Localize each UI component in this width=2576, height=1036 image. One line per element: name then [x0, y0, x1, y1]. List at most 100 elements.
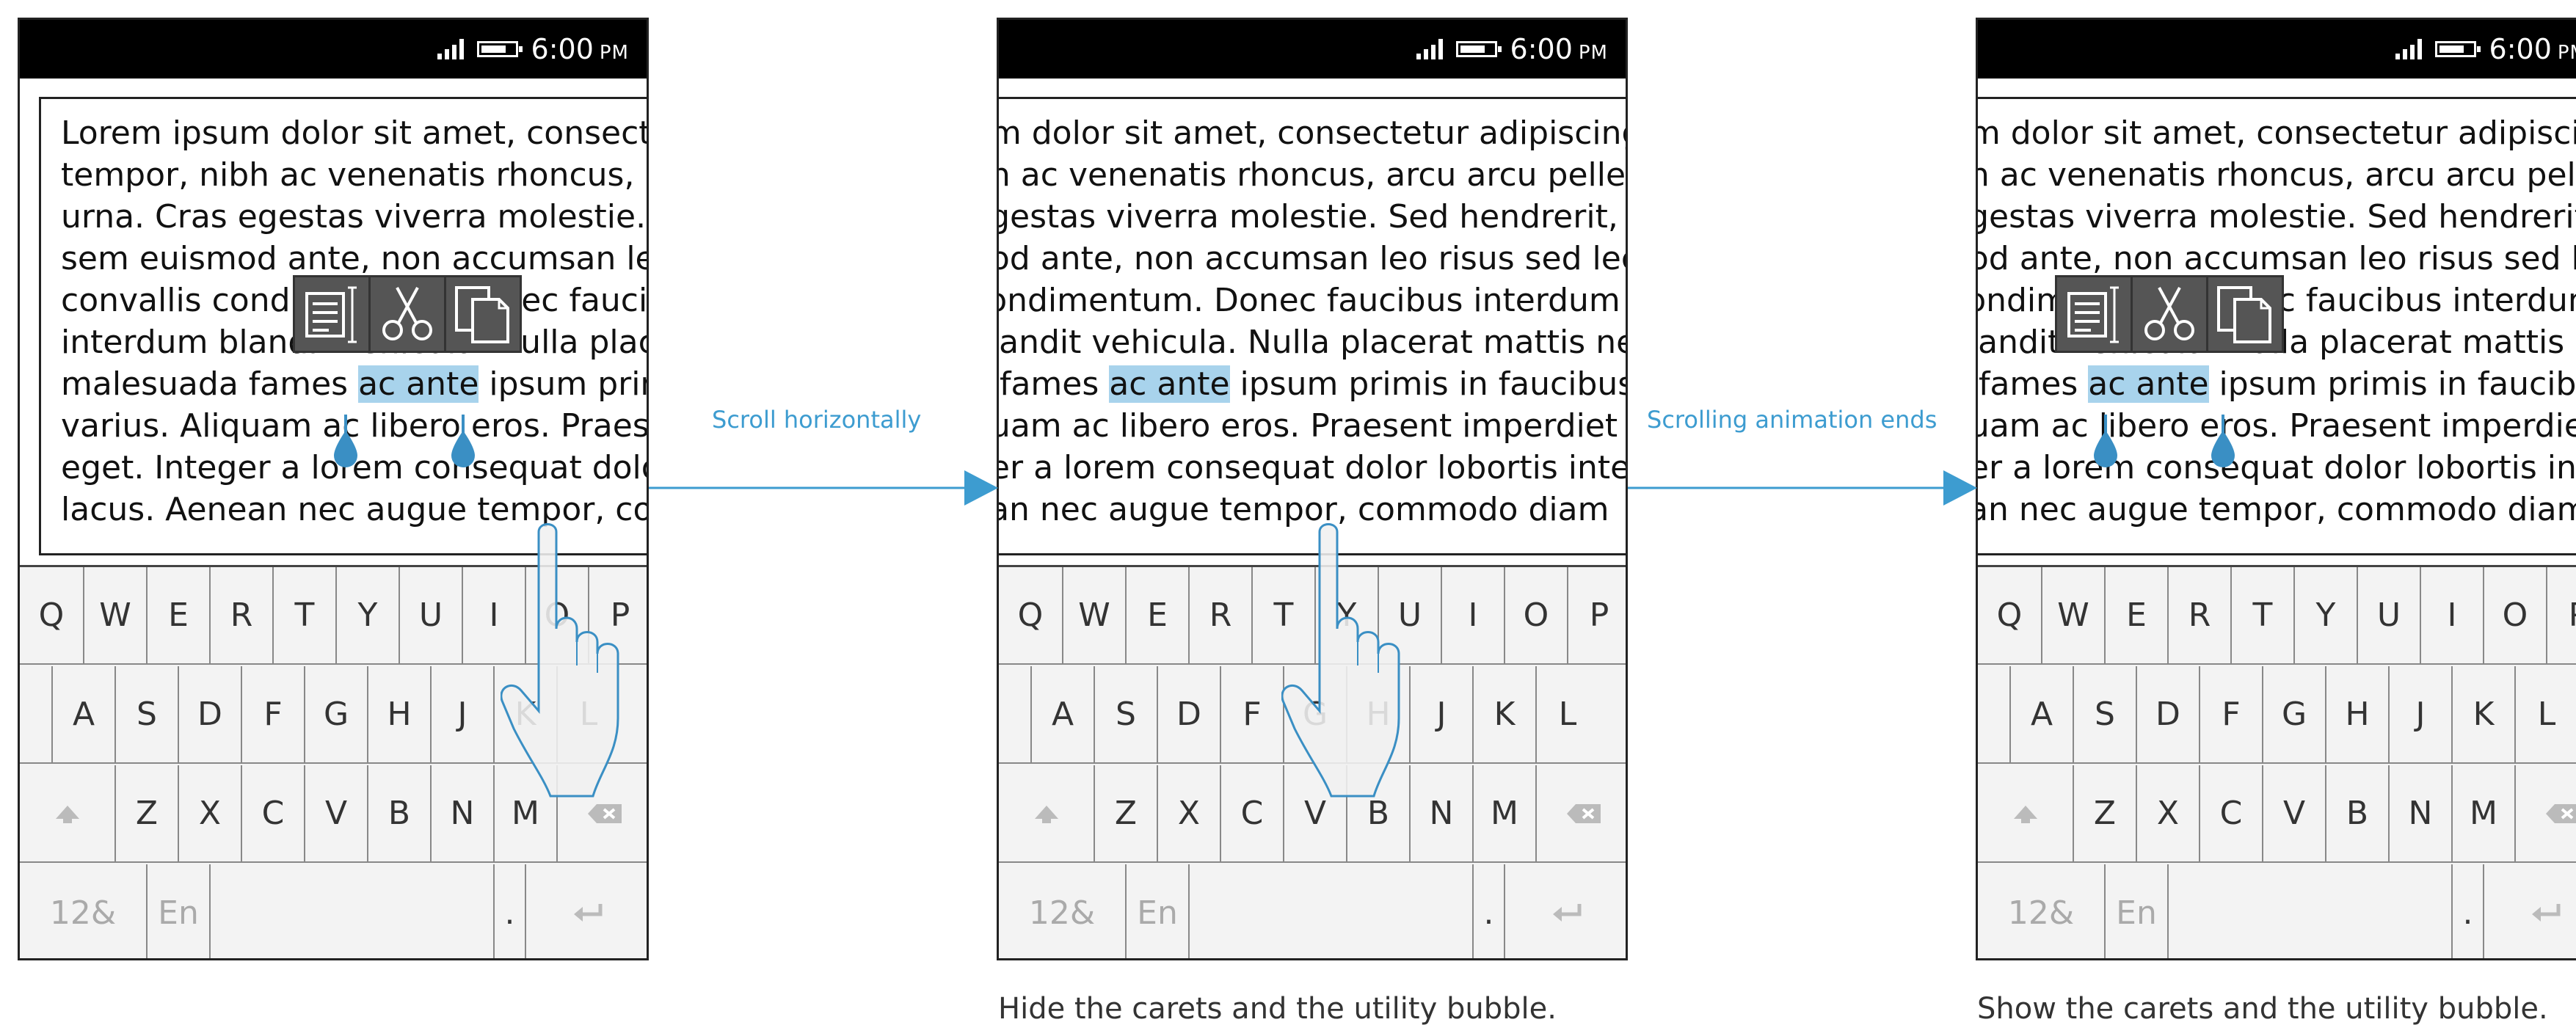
key-x[interactable]: X	[178, 765, 241, 861]
key-b[interactable]: B	[2325, 765, 2388, 861]
key-n[interactable]: N	[430, 765, 493, 861]
backspace-icon[interactable]	[1535, 765, 1626, 861]
selected-text[interactable]: ac ante	[358, 365, 479, 403]
select-all-icon	[2067, 286, 2119, 343]
key-symbols[interactable]: 12&	[1978, 864, 2104, 958]
select-all-button[interactable]	[2057, 277, 2133, 351]
key-h[interactable]: H	[2325, 666, 2388, 762]
cut-button[interactable]	[2133, 277, 2208, 351]
key-p[interactable]: P	[1567, 567, 1626, 663]
end-caret[interactable]	[2208, 415, 2238, 476]
key-z[interactable]: Z	[1094, 765, 1157, 861]
selected-text[interactable]: ac ante	[1109, 365, 1230, 403]
key-y[interactable]: Y	[2293, 567, 2357, 663]
key-w[interactable]: W	[2041, 567, 2104, 663]
text-input-area[interactable]: um dolor sit amet, consectetur adipiscin…	[999, 97, 1626, 555]
key-q[interactable]: Q	[1978, 567, 2041, 663]
key-g[interactable]: G	[304, 666, 367, 762]
key-period[interactable]: .	[493, 864, 525, 958]
key-symbols[interactable]: 12&	[20, 864, 146, 958]
key-f[interactable]: F	[1220, 666, 1283, 762]
key-h[interactable]: H	[367, 666, 430, 762]
key-z[interactable]: Z	[114, 765, 178, 861]
key-t[interactable]: T	[272, 567, 335, 663]
key-r[interactable]: R	[1188, 567, 1251, 663]
key-e[interactable]: E	[2104, 567, 2167, 663]
start-caret[interactable]	[331, 415, 360, 476]
key-f[interactable]: F	[2199, 666, 2262, 762]
shift-icon[interactable]	[999, 765, 1094, 861]
key-period[interactable]: .	[1472, 864, 1504, 958]
key-x[interactable]: X	[2136, 765, 2199, 861]
key-f[interactable]: F	[241, 666, 304, 762]
key-x[interactable]: X	[1157, 765, 1220, 861]
cut-button[interactable]	[371, 277, 446, 351]
key-v[interactable]: V	[2262, 765, 2325, 861]
key-p[interactable]: P	[2546, 567, 2576, 663]
key-k[interactable]: K	[1472, 666, 1535, 762]
key-k[interactable]: K	[2451, 666, 2514, 762]
key-a[interactable]: A	[51, 666, 114, 762]
key-language[interactable]: En	[2104, 864, 2167, 958]
key-e[interactable]: E	[146, 567, 209, 663]
key-e[interactable]: E	[1125, 567, 1188, 663]
key-c[interactable]: C	[241, 765, 304, 861]
key-period[interactable]: .	[2451, 864, 2483, 958]
key-enter-icon[interactable]	[525, 864, 647, 958]
key-l[interactable]: L	[1535, 666, 1598, 762]
key-space[interactable]	[1188, 864, 1472, 958]
start-caret[interactable]	[2091, 415, 2120, 476]
key-o[interactable]: O	[2483, 567, 2546, 663]
key-c[interactable]: C	[1220, 765, 1283, 861]
key-u[interactable]: U	[399, 567, 462, 663]
shift-icon[interactable]	[20, 765, 114, 861]
key-o[interactable]: O	[1504, 567, 1567, 663]
key-r[interactable]: R	[2167, 567, 2230, 663]
shift-icon[interactable]	[1978, 765, 2073, 861]
hand-gesture	[500, 519, 647, 815]
key-t[interactable]: T	[2230, 567, 2293, 663]
key-symbols[interactable]: 12&	[999, 864, 1125, 958]
copy-button[interactable]	[2208, 277, 2282, 351]
key-enter-icon[interactable]	[1504, 864, 1626, 958]
key-v[interactable]: V	[304, 765, 367, 861]
copy-button[interactable]	[446, 277, 520, 351]
key-enter-icon[interactable]	[2483, 864, 2576, 958]
key-z[interactable]: Z	[2073, 765, 2136, 861]
key-n[interactable]: N	[2388, 765, 2451, 861]
key-d[interactable]: D	[2136, 666, 2199, 762]
backspace-icon[interactable]	[2514, 765, 2576, 861]
key-j[interactable]: J	[430, 666, 493, 762]
key-r[interactable]: R	[209, 567, 272, 663]
key-space[interactable]	[2167, 864, 2451, 958]
end-caret[interactable]	[448, 415, 478, 476]
key-j[interactable]: J	[2388, 666, 2451, 762]
key-w[interactable]: W	[83, 567, 146, 663]
key-c[interactable]: C	[2199, 765, 2262, 861]
key-s[interactable]: S	[2073, 666, 2136, 762]
key-i[interactable]: I	[2420, 567, 2483, 663]
key-g[interactable]: G	[2262, 666, 2325, 762]
key-y[interactable]: Y	[335, 567, 399, 663]
text-line: malesuada fames ac ante ipsum primis	[61, 363, 647, 405]
key-m[interactable]: M	[1472, 765, 1535, 861]
selected-text[interactable]: ac ante	[2088, 365, 2209, 403]
key-language[interactable]: En	[146, 864, 209, 958]
key-u[interactable]: U	[2357, 567, 2420, 663]
key-i[interactable]: I	[1441, 567, 1504, 663]
key-d[interactable]: D	[178, 666, 241, 762]
key-q[interactable]: Q	[20, 567, 83, 663]
select-all-button[interactable]	[295, 277, 371, 351]
key-s[interactable]: S	[1094, 666, 1157, 762]
key-q[interactable]: Q	[999, 567, 1062, 663]
key-space[interactable]	[209, 864, 493, 958]
key-l[interactable]: L	[2514, 666, 2576, 762]
key-b[interactable]: B	[367, 765, 430, 861]
key-language[interactable]: En	[1125, 864, 1188, 958]
key-a[interactable]: A	[1030, 666, 1094, 762]
key-a[interactable]: A	[2009, 666, 2073, 762]
key-w[interactable]: W	[1062, 567, 1125, 663]
key-s[interactable]: S	[114, 666, 178, 762]
key-m[interactable]: M	[2451, 765, 2514, 861]
key-d[interactable]: D	[1157, 666, 1220, 762]
